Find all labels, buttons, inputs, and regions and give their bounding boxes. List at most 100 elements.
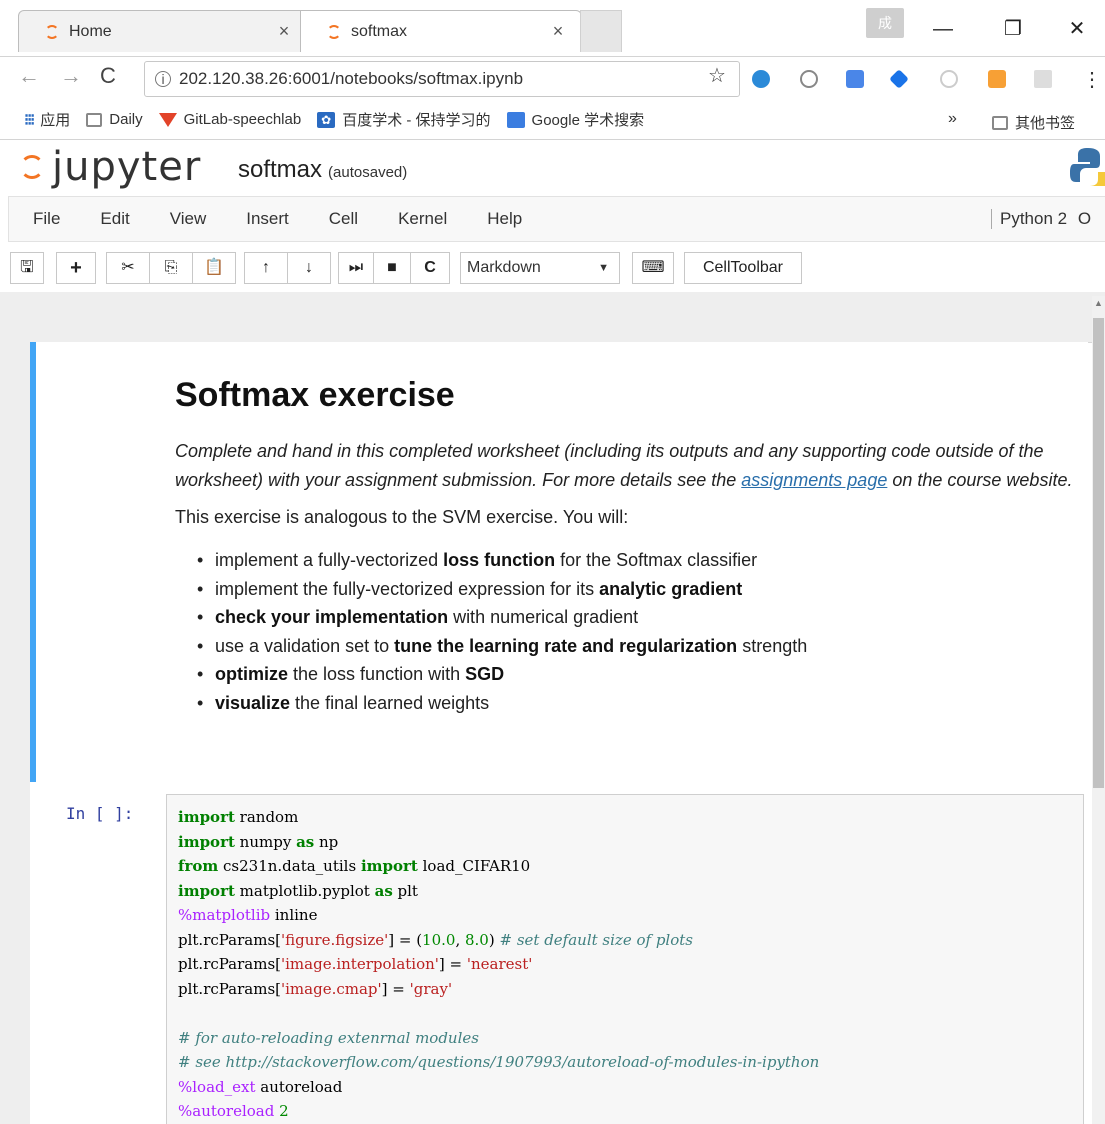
menu-cell[interactable]: Cell — [329, 209, 358, 229]
stop-icon: ■ — [387, 259, 397, 276]
markdown-task-list: implement a fully-vectorized loss functi… — [193, 546, 1075, 718]
bookmark-daily[interactable]: Daily — [86, 111, 143, 128]
bookmark-label: GitLab-speechlab — [183, 111, 302, 128]
jupyter-favicon-icon — [327, 24, 341, 39]
cell-type-select[interactable]: Markdown ▼ — [460, 252, 620, 284]
notebook-title[interactable]: softmax (autosaved) — [238, 156, 407, 184]
code-line: plt.rcParams['image.cmap'] = 'gray' — [178, 979, 453, 998]
extension-icon[interactable] — [940, 70, 958, 88]
url-bar[interactable]: i 202.120.38.26:6001/notebooks/softmax.i… — [144, 61, 740, 97]
extension-icon[interactable] — [800, 70, 818, 88]
tab-title: softmax — [351, 22, 408, 40]
bookmark-apps[interactable]: ⁝⁝⁝ 应用 — [24, 109, 70, 130]
command-palette-button[interactable]: ⌨ — [632, 252, 674, 284]
code-editor[interactable]: import random import numpy as np from cs23… — [166, 794, 1084, 1124]
new-tab-button[interactable] — [580, 10, 622, 52]
menu-kernel[interactable]: Kernel — [398, 209, 447, 229]
assignments-page-link[interactable]: assignments page — [741, 470, 887, 490]
bookmark-star-icon[interactable]: ☆ — [708, 63, 726, 88]
restore-button[interactable]: ❐ — [990, 14, 1036, 44]
caret-down-icon: ▼ — [598, 262, 609, 274]
browser-menu-icon[interactable]: ⋮ — [1082, 67, 1102, 92]
jupyter-header: jupyter softmax (autosaved) — [0, 140, 1105, 194]
bookmarks-overflow-chevron-icon[interactable]: » — [948, 110, 957, 128]
bookmark-other[interactable]: 其他书签 — [992, 112, 1075, 133]
move-up-button[interactable]: ↑ — [244, 252, 288, 284]
paste-button[interactable]: 📋 — [192, 252, 236, 284]
menu-file[interactable]: File — [33, 209, 60, 229]
minimize-button[interactable]: — — [920, 14, 966, 44]
scrollbar-thumb[interactable] — [1093, 318, 1104, 788]
input-prompt: In [ ]: — [66, 804, 134, 823]
keyboard-icon: ⌨ — [641, 259, 665, 276]
extension-icon[interactable] — [889, 69, 909, 89]
scroll-up-icon[interactable]: ▲ — [1094, 298, 1103, 308]
code-line: import matplotlib.pyplot as plt — [178, 881, 418, 900]
code-line: %matplotlib inline — [178, 906, 318, 924]
plus-icon: + — [70, 257, 82, 279]
profile-badge[interactable]: 成 — [866, 8, 904, 38]
cell-type-value: Markdown — [467, 259, 541, 276]
step-forward-icon: ⏭ — [348, 259, 364, 276]
menu-edit[interactable]: Edit — [100, 209, 129, 229]
save-icon: 🖫 — [20, 259, 34, 276]
tab-softmax[interactable]: softmax × — [300, 10, 582, 52]
intro-text-end: on the course website. — [887, 470, 1073, 490]
translate-extension-icon[interactable] — [846, 70, 864, 88]
code-line: %autoreload 2 — [178, 1102, 289, 1120]
restart-button[interactable]: C — [410, 252, 450, 284]
bookmark-google-scholar[interactable]: Google 学术搜索 — [506, 109, 645, 130]
list-item: check your implementation with numerical… — [193, 603, 1075, 632]
code-line: plt.rcParams['image.interpolation'] = 'n… — [178, 955, 533, 973]
menu-insert[interactable]: Insert — [246, 209, 289, 229]
notebook-menubar: File Edit View Insert Cell Kernel Help P… — [8, 196, 1105, 242]
autosave-status: (autosaved) — [328, 164, 408, 181]
markdown-intro: Complete and hand in this completed work… — [175, 437, 1075, 495]
bookmark-baidu-scholar[interactable]: ✿ 百度学术 - 保持学习的 — [317, 109, 491, 130]
paste-icon: 📋 — [204, 259, 224, 276]
interrupt-button[interactable]: ■ — [373, 252, 411, 284]
code-line: import random — [178, 808, 299, 826]
menu-help[interactable]: Help — [487, 209, 522, 229]
code-line: # for auto-reloading extenrnal modules — [178, 1028, 479, 1047]
extension-icon[interactable] — [752, 70, 770, 88]
gitlab-extension-icon[interactable] — [988, 70, 1006, 88]
celltoolbar-button[interactable]: CellToolbar — [684, 252, 802, 284]
insert-cell-button[interactable]: + — [56, 252, 96, 284]
list-item: visualize the final learned weights — [193, 689, 1075, 718]
bookmark-label: Google 学术搜索 — [531, 112, 645, 129]
reload-icon[interactable]: C — [100, 63, 116, 89]
folder-icon — [992, 115, 1008, 130]
run-button[interactable]: ⏭ — [338, 252, 374, 284]
close-icon[interactable]: × — [549, 21, 567, 42]
close-icon[interactable]: × — [275, 21, 293, 42]
window-close-button[interactable]: ✕ — [1054, 14, 1100, 44]
tab-title: Home — [69, 22, 112, 40]
forward-arrow-icon[interactable]: → — [60, 63, 82, 89]
jupyter-logo[interactable]: jupyter — [20, 144, 201, 190]
gitlab-icon — [158, 112, 177, 127]
arrow-up-icon: ↑ — [262, 259, 270, 276]
bookmarks-bar: ⁝⁝⁝ 应用 Daily GitLab-speechlab ✿ 百度学术 - 保… — [0, 100, 1105, 140]
jupyter-logo-text: jupyter — [52, 144, 202, 190]
tab-home[interactable]: Home × — [18, 10, 308, 52]
kernel-indicator[interactable]: Python 2 O — [991, 209, 1091, 229]
menu-view[interactable]: View — [170, 209, 207, 229]
jupyter-favicon-icon — [45, 24, 59, 39]
back-arrow-icon[interactable]: ← — [18, 63, 40, 89]
qr-extension-icon[interactable] — [1034, 70, 1052, 88]
markdown-analogous: This exercise is analogous to the SVM ex… — [175, 507, 629, 527]
cut-button[interactable]: ✂ — [106, 252, 150, 284]
markdown-heading: Softmax exercise — [175, 376, 455, 414]
jupyter-ring-icon — [20, 155, 44, 179]
move-down-button[interactable]: ↓ — [287, 252, 331, 284]
code-line: %load_ext autoreload — [178, 1077, 343, 1096]
bookmark-gitlab[interactable]: GitLab-speechlab — [158, 111, 302, 128]
save-button[interactable]: 🖫 — [10, 252, 44, 284]
folder-icon — [86, 112, 103, 127]
info-icon[interactable]: i — [155, 71, 171, 87]
arrow-down-icon: ↓ — [305, 259, 313, 276]
notebook-toolbar: 🖫 + ✂ ⎘ 📋 ↑ ↓ ⏭ ■ C Markdown ▼ ⌨ CellToo… — [0, 244, 1105, 292]
copy-button[interactable]: ⎘ — [149, 252, 193, 284]
